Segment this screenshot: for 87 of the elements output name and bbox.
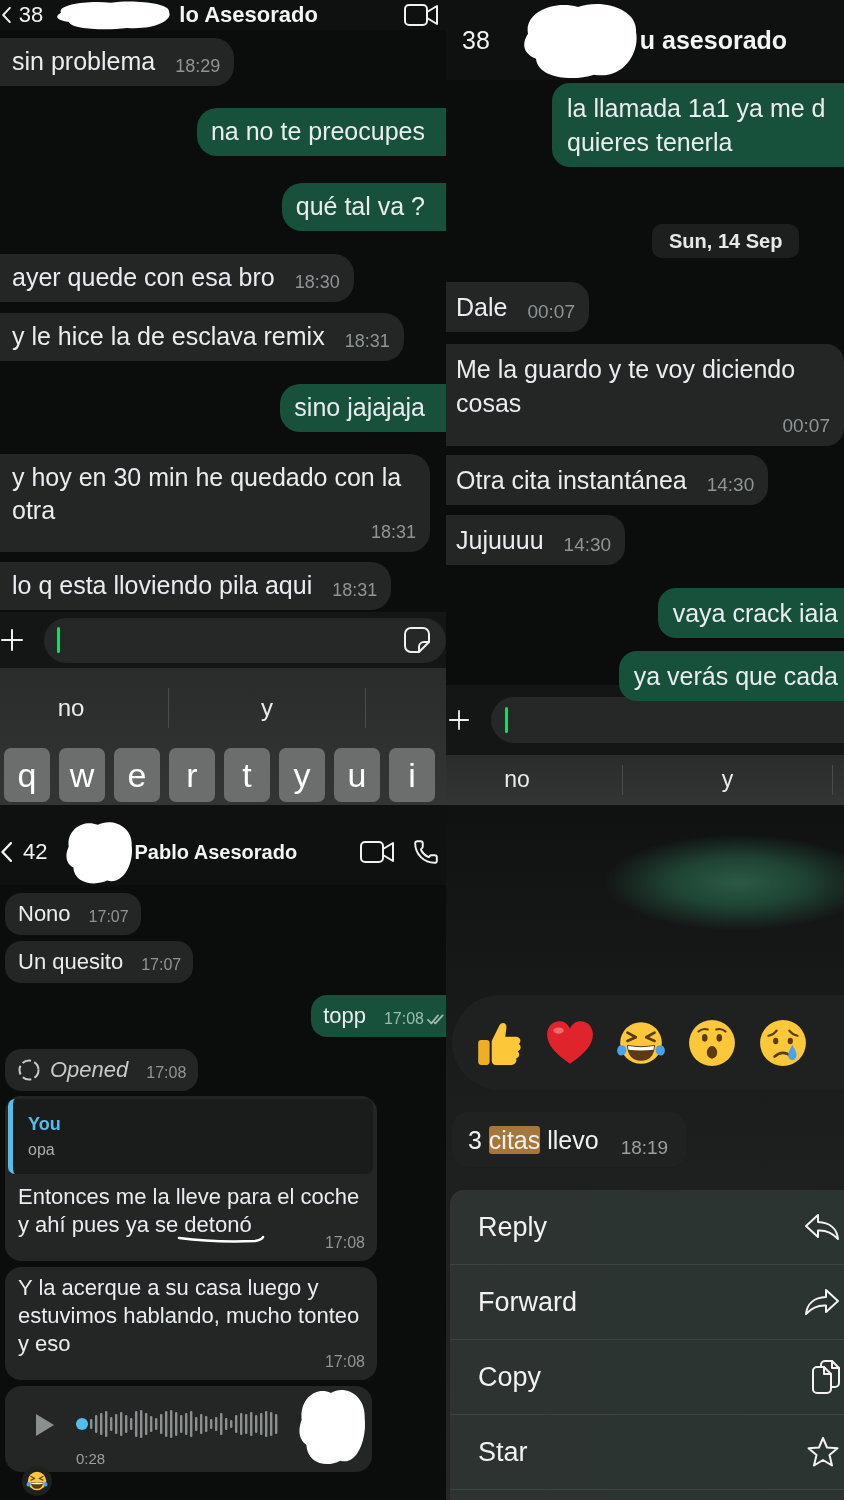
message-text: topp xyxy=(323,1002,366,1030)
message-input[interactable] xyxy=(491,697,844,743)
suggestion-word[interactable]: no xyxy=(502,765,532,795)
suggestion-word[interactable]: y xyxy=(719,765,736,795)
suggestion-word[interactable]: y xyxy=(259,692,275,724)
keyboard-key[interactable]: t xyxy=(224,748,270,802)
surprised-face-icon[interactable] xyxy=(687,1017,737,1068)
message-text: Un quesito xyxy=(18,948,124,976)
keyboard-key[interactable]: e xyxy=(114,748,160,802)
plus-icon[interactable] xyxy=(449,710,469,730)
crying-face-icon[interactable] xyxy=(758,1017,808,1068)
message-text: vaya crack iaia xyxy=(672,598,838,629)
message-time: 14:30 xyxy=(706,475,755,494)
text-cursor-icon xyxy=(57,627,60,653)
star-icon xyxy=(806,1436,840,1468)
message-text: ya verás que cada xyxy=(633,661,838,692)
contact-name: u asesorado xyxy=(639,25,788,55)
menu-item[interactable]: Reply xyxy=(450,1190,844,1265)
message-time: 00:07 xyxy=(527,302,575,321)
message-text: Opened xyxy=(50,1056,129,1084)
menu-item[interactable]: Star xyxy=(450,1415,844,1490)
message-text: sino jajajaja xyxy=(294,392,425,423)
back-chevron-icon xyxy=(1,842,12,862)
phone-icon[interactable] xyxy=(413,839,439,865)
suggestion-word[interactable]: no xyxy=(55,692,87,724)
message-text: y hoy en 30 min he quedado con la otra xyxy=(12,462,403,525)
message-time: 17:07 xyxy=(88,909,129,925)
menu-item[interactable]: Forward xyxy=(450,1265,844,1340)
video-camera-icon[interactable] xyxy=(404,3,438,27)
message-time: 17:08 xyxy=(324,1354,365,1370)
message-time: 18:31 xyxy=(344,332,390,350)
message-time: 17:07 xyxy=(141,957,182,973)
dashed-circle-icon xyxy=(18,1059,40,1081)
keyboard-key[interactable]: y xyxy=(279,748,325,802)
contact-name: lo Asesorado xyxy=(179,1,318,29)
play-icon[interactable] xyxy=(35,1413,55,1437)
message-text: la llamada 1a1 ya me d quieres tenerla xyxy=(567,93,827,158)
message-time: 18:31 xyxy=(370,523,416,541)
keyboard-key[interactable]: i xyxy=(389,748,435,802)
voice-duration: 0:28 xyxy=(76,1451,107,1467)
back-chevron-icon xyxy=(2,7,11,23)
back-button[interactable]: 42 xyxy=(1,838,48,866)
video-camera-icon[interactable] xyxy=(360,840,394,864)
message-time: 00:07 xyxy=(782,416,830,435)
message-text: sin problema xyxy=(12,46,156,77)
reply-icon xyxy=(804,1212,840,1242)
message-text: Otra cita instantánea xyxy=(456,465,687,496)
message-time: 18:30 xyxy=(294,273,340,291)
menu-item[interactable]: Copy xyxy=(450,1340,844,1415)
message-time: 17:08 xyxy=(146,1065,187,1081)
contact-name: Pablo Asesorado xyxy=(134,840,298,864)
message-time: 17:08 xyxy=(324,1235,365,1251)
message-time: 18:29 xyxy=(175,57,221,75)
keyboard-key[interactable]: r xyxy=(169,748,215,802)
keyboard-key[interactable]: q xyxy=(4,748,50,802)
message-time: 18:19 xyxy=(620,1136,669,1159)
redaction-scribble xyxy=(64,819,135,885)
message-text: Entonces me la lleve para el coche y ahí pues ya se detonó xyxy=(18,1183,360,1237)
message-time: 14:30 xyxy=(563,535,612,554)
back-button[interactable]: 38 xyxy=(462,25,490,55)
message-text: Jujuuuu xyxy=(456,525,544,556)
seek-thumb[interactable] xyxy=(76,1418,88,1430)
message-text: na no te preocupes xyxy=(210,116,425,147)
laughing-face-icon[interactable] xyxy=(22,1466,52,1496)
date-label: Sun, 14 Sep xyxy=(652,224,800,258)
quote-author: You xyxy=(28,1113,62,1135)
keyboard-key[interactable]: w xyxy=(59,748,105,802)
quote-text: opa xyxy=(28,1140,56,1160)
plus-icon[interactable] xyxy=(1,629,23,651)
back-button[interactable]: 38 xyxy=(2,1,44,29)
copy-icon xyxy=(812,1360,840,1394)
message-text: Y la acerque a su casa luego y estuvimos hablando, mucho tonteo y eso xyxy=(18,1274,360,1356)
message-input[interactable] xyxy=(44,617,446,663)
message-time: 17:08 xyxy=(383,1011,424,1027)
message-time: 18:31 xyxy=(332,581,378,599)
text-cursor-icon xyxy=(505,707,508,733)
forward-icon xyxy=(804,1287,840,1317)
message-text: Nono xyxy=(18,900,71,928)
sticker-icon[interactable] xyxy=(403,626,431,654)
message-text: 3 citas llevo xyxy=(468,1124,599,1155)
message-text: ayer quede con esa bro xyxy=(12,262,275,293)
message-text: Dale xyxy=(456,292,508,323)
message-text: y le hice la de esclava remix xyxy=(12,321,325,352)
message-text: lo q esta lloviendo pila aqui xyxy=(12,570,313,601)
message-text: qué tal va ? xyxy=(295,191,425,222)
keyboard-key[interactable]: u xyxy=(334,748,380,802)
message-text: Me la guardo y te voy diciendo cosas xyxy=(456,354,797,419)
